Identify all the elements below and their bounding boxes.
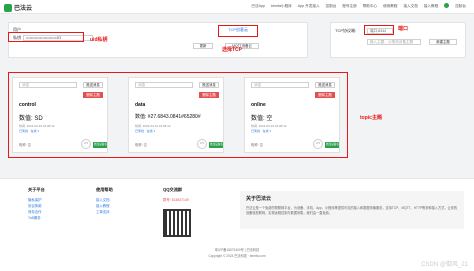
nav-item-app[interactable]: 巴法App <box>251 4 265 9</box>
footer-col-help: 使用帮助 接入文档 接入教程 工单支持 <box>96 187 113 215</box>
footer-col-platform: 关于平台 隐私保护 协议条款 商务合作 ToB服务 <box>28 187 45 221</box>
delete-topic-button[interactable]: 删除主题 <box>83 92 103 98</box>
topic-search-input[interactable]: 输入主题，以筛选设备主题 <box>367 39 421 45</box>
topic-time: 时间: 2024-04-19 16:05:42 <box>135 124 171 128</box>
nav-item-register[interactable]: 账号注册 <box>342 4 356 9</box>
port-annotation: 端口 <box>398 26 409 32</box>
manage-button[interactable]: 更新 <box>193 43 213 49</box>
port-highlight-box <box>364 25 394 35</box>
port-label: TCP协议端: <box>335 28 357 33</box>
nav-item-console-right[interactable]: 控制台 <box>455 4 466 9</box>
topic-status[interactable]: 已离线 · 在线 1 <box>19 129 39 133</box>
topic-card-data: 消息 推送消息 删除主题 data 数值: #27.6843.0841#6528… <box>128 77 224 153</box>
push-message-button[interactable]: 推送消息 <box>83 82 103 88</box>
message-input[interactable]: 消息 <box>19 82 77 88</box>
delete-topic-button[interactable]: 删除主题 <box>199 92 219 98</box>
footer-col-qq: QQ交流群 群号: 513847149 <box>163 187 189 203</box>
uid-highlight-box <box>8 32 84 42</box>
brand-logo[interactable]: 巴法云 <box>4 3 32 12</box>
footer-col-title: 使用帮助 <box>96 187 113 192</box>
rename-device-button[interactable]: 修改设备名 <box>209 142 223 148</box>
logo-text: 巴法云 <box>14 6 33 12</box>
topic-nickname: 昵称: 空 <box>135 143 148 147</box>
ttl-badge: 270 <box>197 139 207 149</box>
nav-item-miniprogram[interactable]: bemfa小程序 <box>271 4 292 9</box>
topic-status[interactable]: 已离线 · 在线 1 <box>135 129 155 133</box>
rename-device-button[interactable]: 修改设备名 <box>325 142 339 148</box>
topic-title: online <box>251 102 266 108</box>
rename-device-button[interactable]: 修改设备名 <box>93 142 107 148</box>
topic-data: 数值: 空 <box>251 116 273 122</box>
user-avatar-icon[interactable] <box>444 3 450 8</box>
qr-code-image <box>163 209 191 237</box>
tcp-highlight-box <box>218 25 258 37</box>
top-nav-menu: 巴法App bemfa小程序 App 开发接入 控制台 账号注册 帮助中心 使用… <box>251 3 466 9</box>
topic-card-control: 消息 推送消息 删除主题 control 数值: SD 时间: 2024-04-… <box>12 77 108 153</box>
nav-item-app-dev[interactable]: App 开发接入 <box>298 4 320 9</box>
delete-topic-button[interactable]: 删除主题 <box>315 92 335 98</box>
topic-title: control <box>19 102 36 108</box>
ttl-badge: 270 <box>313 139 323 149</box>
topic-time: 时间: 2024-04-19 16:05:42 <box>19 124 55 128</box>
message-input[interactable]: 消息 <box>251 82 309 88</box>
message-input[interactable]: 消息 <box>135 82 193 88</box>
uid-annotation: uid私钥 <box>90 37 108 43</box>
logo-icon <box>4 3 12 12</box>
nav-item-console[interactable]: 控制台 <box>326 4 337 9</box>
topic-time: 时间: 2024-04-19 16:05:42 <box>251 124 287 128</box>
about-title: 关于巴法云 <box>246 196 272 202</box>
nav-item-tutorial[interactable]: 使用教程 <box>383 4 397 9</box>
nav-item-docs[interactable]: 接入文档 <box>403 4 417 9</box>
topic-data: 数值: SD <box>19 116 43 122</box>
qq-group-number: 群号: 513847149 <box>163 198 189 202</box>
topic-annotation: topic主题 <box>360 115 382 121</box>
footer-col-title: QQ交流群 <box>163 187 183 192</box>
top-navbar: 巴法云 巴法App bemfa小程序 App 开发接入 控制台 账号注册 帮助中… <box>0 0 474 14</box>
about-box: 关于巴法云 巴法云是一个免费的物联网平台，为设备、手机、App、小程序等提供可靠… <box>240 191 464 229</box>
footer-col-title: 关于平台 <box>28 187 45 192</box>
topic-data: 数值: #27.6843.0841#65280# <box>135 114 201 120</box>
csdn-watermark: CSDN @御风_21 <box>421 262 468 268</box>
topic-title: data <box>135 102 146 108</box>
topic-nickname: 昵称: 空 <box>19 143 32 147</box>
footer-link-ticket[interactable]: 工单支持 <box>96 209 113 215</box>
footer: 关于平台 隐私保护 协议条款 商务合作 ToB服务 使用帮助 接入文档 接入教程… <box>0 178 474 271</box>
topic-nickname: 昵称: 空 <box>251 143 264 147</box>
new-topic-button[interactable]: 新建主题 <box>429 39 457 45</box>
nav-item-guide[interactable]: 接入教程 <box>424 4 438 9</box>
icp-line[interactable]: 粤ICP备18073400号 | 巴法科技 <box>0 247 474 252</box>
topic-status[interactable]: 已离线 · 在线 1 <box>251 129 271 133</box>
push-message-button[interactable]: 推送消息 <box>199 82 219 88</box>
footer-link-tob[interactable]: ToB服务 <box>28 215 45 221</box>
tcp-annotation: 选择TCP <box>222 47 243 53</box>
ttl-badge: 270 <box>81 139 91 149</box>
copyright-line: Copyright © 2024 巴法科技 · bemfa.com <box>208 254 266 258</box>
about-text: 巴法云是一个免费的物联网平台，为设备、手机、App、小程序等提供可靠的接入和数据… <box>246 206 458 215</box>
topic-card-online: 消息 推送消息 删除主题 online 数值: 空 时间: 2024-04-19… <box>244 77 340 153</box>
push-message-button[interactable]: 推送消息 <box>315 82 335 88</box>
nav-item-help[interactable]: 帮助中心 <box>363 4 377 9</box>
